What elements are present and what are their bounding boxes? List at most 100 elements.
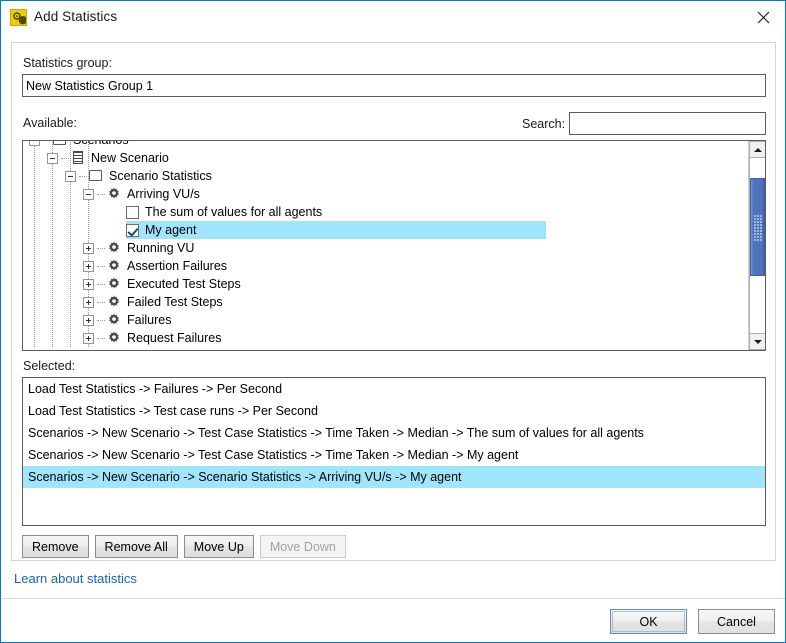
learn-about-statistics-link[interactable]: Learn about statistics bbox=[14, 571, 137, 586]
scroll-down-arrow-icon bbox=[753, 339, 762, 344]
expand-icon[interactable] bbox=[83, 332, 94, 344]
checkbox-unchecked[interactable] bbox=[126, 205, 139, 219]
available-label: Available: bbox=[23, 116, 77, 130]
tree-row[interactable]: Request Failures bbox=[23, 329, 748, 347]
window-title: Add Statistics bbox=[34, 9, 118, 24]
collapse-icon[interactable] bbox=[65, 170, 76, 182]
monitor-icon bbox=[53, 141, 66, 145]
selected-list-item[interactable]: Scenarios -> New Scenario -> Scenario St… bbox=[23, 466, 765, 488]
tree-row[interactable]: Executed Test Steps bbox=[23, 275, 748, 293]
server-icon bbox=[73, 151, 83, 164]
tree-row[interactable]: Failures bbox=[23, 311, 748, 329]
footer-buttons: OK Cancel bbox=[610, 609, 775, 634]
tree-row[interactable]: The sum of values for all agents bbox=[23, 203, 748, 221]
tree-guide-line bbox=[34, 141, 35, 347]
search-label: Search: bbox=[522, 117, 566, 131]
selected-list-item[interactable]: Scenarios -> New Scenario -> Test Case S… bbox=[23, 444, 765, 466]
tree-row[interactable]: Running VU bbox=[23, 239, 748, 257]
tree-row[interactable]: My agent bbox=[23, 221, 748, 239]
tree-connector bbox=[97, 247, 105, 249]
tree-row[interactable]: Failed Test Steps bbox=[23, 293, 748, 311]
gear-icon bbox=[109, 277, 119, 289]
content-panel: Statistics group: Available: Search: Sce… bbox=[11, 42, 776, 561]
gear-icon bbox=[109, 295, 119, 307]
tree-connector bbox=[97, 319, 105, 321]
tree-row[interactable]: Assertion Failures bbox=[23, 257, 748, 275]
gear-icon bbox=[109, 331, 119, 343]
add-statistics-dialog: ⚙ ● Add Statistics Statistics group: Ava… bbox=[0, 0, 786, 643]
tree-row[interactable]: Arriving VU/s bbox=[23, 185, 748, 203]
monitor-icon bbox=[89, 169, 104, 183]
scroll-up-button[interactable] bbox=[749, 141, 765, 158]
tree-row-label: New Scenario bbox=[91, 151, 169, 165]
gear-icon bbox=[107, 241, 122, 255]
collapse-icon[interactable] bbox=[83, 188, 94, 200]
tree-guide-line bbox=[52, 141, 53, 347]
tree-connector bbox=[61, 157, 69, 159]
server-icon bbox=[71, 151, 86, 165]
app-icon-glyph-2: ● bbox=[18, 13, 27, 26]
move-up-button[interactable]: Move Up bbox=[183, 535, 254, 558]
tree-connector bbox=[97, 337, 105, 339]
tree-row[interactable]: New Scenario bbox=[23, 149, 748, 167]
tree-row-label: The sum of values for all agents bbox=[145, 205, 323, 219]
monitor-icon bbox=[89, 170, 102, 181]
list-action-buttons: Remove Remove All Move Up Move Down bbox=[22, 535, 346, 558]
tree-row-label: Failed Test Steps bbox=[127, 295, 223, 309]
gear-icon bbox=[107, 277, 122, 291]
gear-icon bbox=[107, 259, 122, 273]
selected-list-item[interactable]: Load Test Statistics -> Failures -> Per … bbox=[23, 378, 765, 400]
tree-row-label: Failures bbox=[127, 313, 172, 327]
gear-icon bbox=[107, 313, 122, 327]
tree-row-label: Request Failures bbox=[127, 331, 222, 345]
expand-icon[interactable] bbox=[83, 314, 94, 326]
expand-icon[interactable] bbox=[83, 278, 94, 290]
gear-icon bbox=[107, 331, 122, 345]
tree-connector bbox=[97, 265, 105, 267]
selected-list-item[interactable]: Scenarios -> New Scenario -> Test Case S… bbox=[23, 422, 765, 444]
expand-icon[interactable] bbox=[83, 242, 94, 254]
expand-icon[interactable] bbox=[83, 260, 94, 272]
title-bar: ⚙ ● Add Statistics bbox=[2, 2, 785, 34]
scroll-down-button[interactable] bbox=[749, 333, 765, 350]
app-statistics-icon: ⚙ ● bbox=[10, 9, 27, 26]
tree-row-label: Executed Test Steps bbox=[127, 277, 241, 291]
tree-connector bbox=[79, 175, 87, 177]
tree-connector bbox=[97, 301, 105, 303]
monitor-icon bbox=[53, 141, 68, 147]
collapse-icon[interactable] bbox=[29, 141, 40, 146]
tree-row[interactable]: Scenario Statistics bbox=[23, 167, 748, 185]
tree-rows-container: Scenarios New Scenario Scenario Statistics… bbox=[23, 140, 748, 347]
tree-row[interactable]: Scenarios bbox=[23, 140, 748, 149]
tree-connector bbox=[43, 140, 51, 141]
gear-icon bbox=[107, 187, 122, 201]
close-icon bbox=[757, 11, 770, 24]
tree-row-label: Assertion Failures bbox=[127, 259, 228, 273]
scrollbar-thumb[interactable] bbox=[750, 178, 765, 276]
move-down-button: Move Down bbox=[259, 535, 346, 558]
remove-all-button[interactable]: Remove All bbox=[94, 535, 178, 558]
selected-label: Selected: bbox=[23, 359, 76, 373]
tree-scrollbar[interactable] bbox=[748, 141, 765, 350]
tree-row-label: Arriving VU/s bbox=[127, 187, 200, 201]
scrollbar-track[interactable] bbox=[749, 158, 765, 333]
available-tree[interactable]: Scenarios New Scenario Scenario Statistics… bbox=[22, 140, 766, 351]
gear-icon bbox=[109, 241, 119, 253]
tree-row-label: My agent bbox=[145, 223, 197, 237]
gear-icon bbox=[109, 187, 119, 199]
cancel-button[interactable]: Cancel bbox=[698, 609, 775, 634]
checkbox-checked[interactable] bbox=[126, 223, 139, 237]
search-input[interactable] bbox=[569, 112, 766, 135]
statistics-group-label: Statistics group: bbox=[23, 56, 112, 70]
remove-button[interactable]: Remove bbox=[22, 535, 89, 558]
statistics-group-input[interactable] bbox=[22, 74, 766, 97]
expand-icon[interactable] bbox=[83, 296, 94, 308]
tree-connector bbox=[97, 283, 105, 285]
footer-separator bbox=[2, 598, 785, 599]
scrollbar-grip-icon bbox=[754, 215, 763, 241]
selected-list[interactable]: Load Test Statistics -> Failures -> Per … bbox=[22, 377, 766, 526]
close-button[interactable] bbox=[741, 2, 785, 33]
selected-list-item[interactable]: Load Test Statistics -> Test case runs -… bbox=[23, 400, 765, 422]
ok-button[interactable]: OK bbox=[610, 609, 687, 634]
collapse-icon[interactable] bbox=[47, 152, 58, 164]
